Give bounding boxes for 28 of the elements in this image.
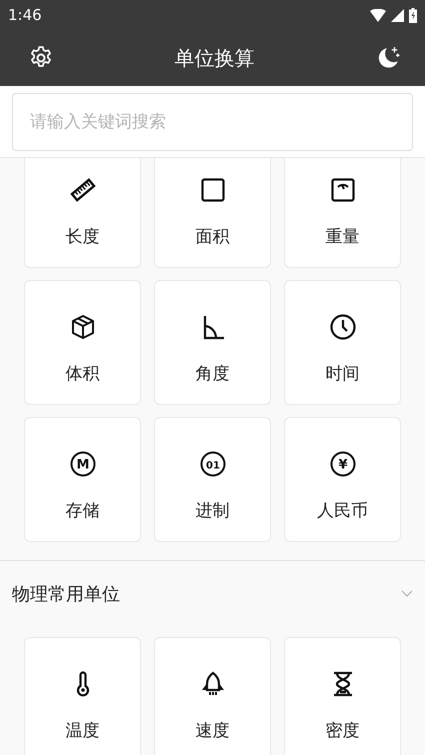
battery-icon	[409, 8, 417, 22]
unit-card[interactable]: 01 进制	[154, 417, 271, 542]
scale-icon	[330, 177, 356, 203]
square-icon	[200, 177, 226, 203]
unit-card[interactable]: ¥ 人民币	[284, 417, 401, 542]
rocket-icon	[200, 671, 226, 697]
unit-card[interactable]: 长度	[24, 158, 141, 268]
clock-icon	[330, 314, 356, 340]
binary-icon: 01	[200, 451, 226, 477]
signal-icon	[391, 8, 404, 22]
wifi-icon	[370, 8, 386, 22]
unit-card[interactable]: 面积	[154, 158, 271, 268]
unit-card[interactable]: 体积	[24, 280, 141, 405]
box-icon	[70, 314, 96, 340]
app-title: 单位换算	[174, 44, 254, 72]
unit-card[interactable]: 温度	[24, 637, 141, 755]
unit-card[interactable]: 重量	[284, 158, 401, 268]
unit-card[interactable]: 密度	[284, 637, 401, 755]
search-field[interactable]: 请输入关键词搜索	[12, 93, 413, 151]
unit-card[interactable]: 角度	[154, 280, 271, 405]
yuan-icon: ¥	[330, 451, 356, 477]
ruler-icon	[70, 177, 96, 203]
storage-icon: M	[70, 451, 96, 477]
section-title: 物理常用单位	[12, 582, 120, 606]
unit-card[interactable]: M 存储	[24, 417, 141, 542]
unit-card[interactable]: 时间	[284, 280, 401, 405]
unit-card[interactable]: 速度	[154, 637, 271, 755]
status-time: 1:46	[8, 6, 42, 24]
